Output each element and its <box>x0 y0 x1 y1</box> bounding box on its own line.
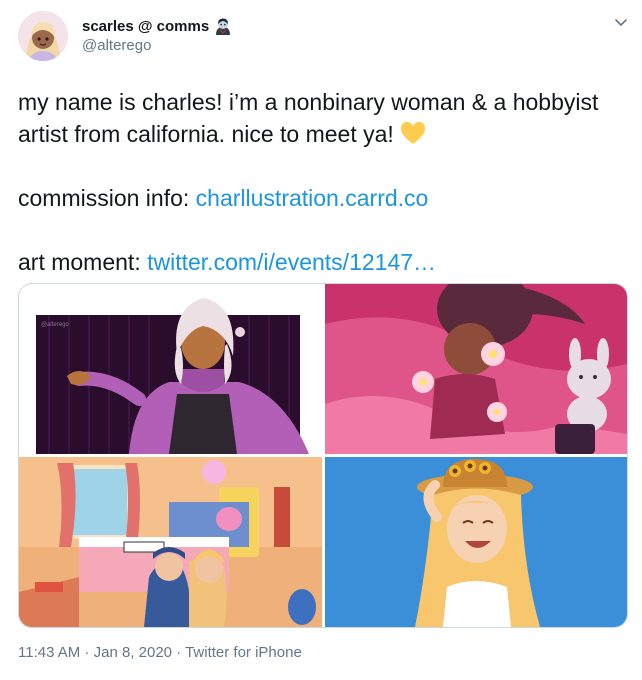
avatar[interactable] <box>18 11 68 61</box>
separator-dot: · <box>80 644 94 661</box>
artwork-image-2[interactable] <box>325 284 627 454</box>
artwork-image-1[interactable]: @alterego <box>19 284 322 454</box>
separator-dot: · <box>172 644 186 661</box>
tweet-source[interactable]: Twitter for iPhone <box>185 644 302 661</box>
commission-label: commission info: <box>18 185 196 211</box>
vampire-emoji-icon <box>214 17 232 35</box>
art-moment-label: art moment: <box>18 249 148 275</box>
user-handle[interactable]: @alterego <box>82 37 151 54</box>
intro-text: my name is charles! i’m a nonbinary woma… <box>18 89 599 147</box>
tweet-line-art-moment: art moment: twitter.com/i/events/12147… <box>18 246 618 278</box>
tweet-line-intro: my name is charles! i’m a nonbinary woma… <box>18 86 618 150</box>
artwork-image-3[interactable] <box>19 457 322 627</box>
media-grid: @alterego <box>18 283 628 628</box>
artwork-image-4[interactable] <box>325 457 627 627</box>
art-moment-link[interactable]: twitter.com/i/events/12147… <box>147 249 436 275</box>
watermark-text: @alterego <box>41 322 69 328</box>
yellow-heart-icon <box>400 121 426 146</box>
tweet-time[interactable]: 11:43 AM <box>18 644 80 661</box>
tweet-text: my name is charles! i’m a nonbinary woma… <box>18 86 618 278</box>
commission-link[interactable]: charllustration.carrd.co <box>196 185 429 211</box>
display-name[interactable]: scarles @ comms <box>82 18 209 35</box>
chevron-down-icon[interactable] <box>613 14 629 30</box>
tweet-date[interactable]: Jan 8, 2020 <box>94 644 172 661</box>
tweet-meta: 11:43 AM · Jan 8, 2020 · Twitter for iPh… <box>18 644 302 661</box>
tweet-line-commission: commission info: charllustration.carrd.c… <box>18 182 618 214</box>
